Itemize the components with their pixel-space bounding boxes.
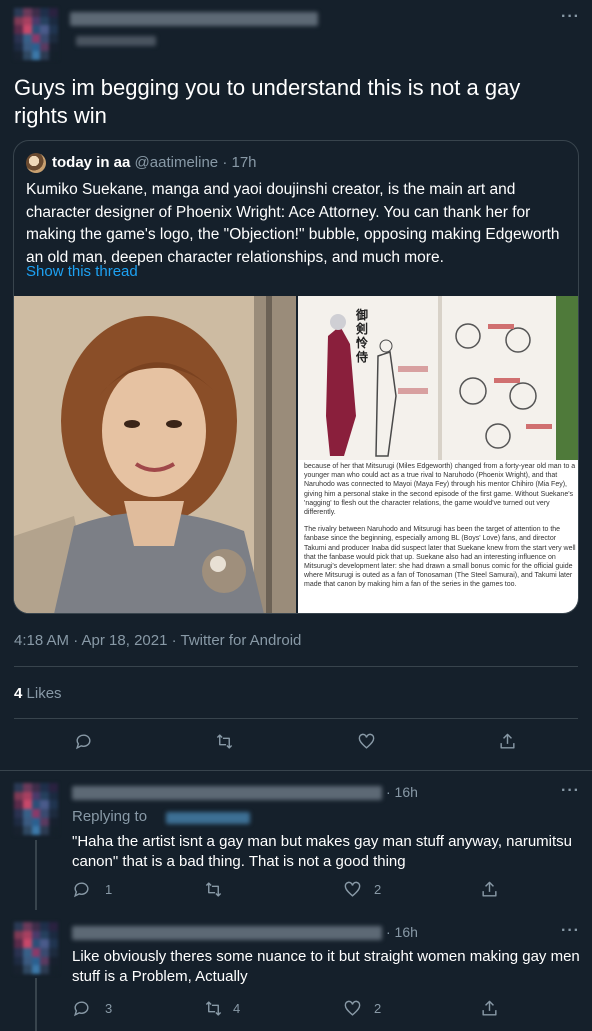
- like-button[interactable]: 2: [343, 880, 381, 899]
- tweet-timestamp[interactable]: 4:18 AM · Apr 18, 2021 · Twitter for And…: [14, 632, 301, 649]
- reply-author-name-redacted[interactable]: [72, 926, 382, 940]
- reply-button[interactable]: 3: [72, 999, 112, 1018]
- book-spread-illustration: 御剣怜侍: [298, 296, 578, 460]
- reply-count: 3: [105, 1001, 113, 1016]
- share-button[interactable]: [480, 880, 499, 899]
- likes-count: 4: [14, 685, 23, 702]
- author-name-redacted[interactable]: [70, 12, 318, 26]
- share-icon: [500, 733, 515, 749]
- book-scan-image[interactable]: 御剣怜侍 because of her that Mitsurugi (Mile…: [298, 296, 578, 613]
- heart-icon: [358, 733, 375, 749]
- quoted-author-avatar[interactable]: [26, 153, 46, 173]
- show-thread-link[interactable]: Show this thread: [26, 263, 138, 280]
- reply-icon: [76, 734, 91, 750]
- divider: [0, 770, 592, 771]
- heart-icon: [344, 1000, 361, 1016]
- retweet-count: 4: [233, 1001, 241, 1016]
- retweet-button[interactable]: 4: [204, 999, 240, 1018]
- reply-text: "Haha the artist isnt a gay man but make…: [72, 833, 573, 870]
- more-options-icon[interactable]: ···: [561, 8, 580, 26]
- reply-button[interactable]: [74, 732, 93, 751]
- like-button[interactable]: 2: [343, 999, 381, 1018]
- reply-icon: [74, 1001, 89, 1017]
- reply-author-avatar[interactable]: [14, 783, 58, 835]
- divider: [14, 666, 578, 667]
- reply-icon: [74, 882, 89, 898]
- share-icon: [482, 1000, 497, 1016]
- reply-count: 1: [105, 882, 113, 897]
- heart-icon: [344, 881, 361, 897]
- reply-author-name-redacted[interactable]: [72, 786, 382, 800]
- share-icon: [482, 881, 497, 897]
- replying-to-handle-redacted[interactable]: [166, 812, 250, 824]
- like-count: 2: [374, 882, 382, 897]
- book-vertical-title: 御剣怜侍: [356, 308, 369, 364]
- more-options-icon[interactable]: ···: [561, 782, 580, 800]
- dot-separator: ·: [222, 154, 228, 171]
- reply-text: Like obviously theres some nuance to it …: [72, 948, 580, 985]
- author-handle-redacted[interactable]: [76, 36, 156, 46]
- retweet-icon: [216, 734, 233, 749]
- reply-age[interactable]: · 16h: [386, 784, 418, 800]
- quoted-handle[interactable]: @aatimeline: [135, 154, 219, 171]
- share-button[interactable]: [498, 732, 517, 751]
- divider: [14, 718, 578, 719]
- reply-author-avatar[interactable]: [14, 922, 58, 974]
- quoted-tweet-card[interactable]: today in aa @aatimeline · 17h Kumiko Sue…: [13, 140, 579, 614]
- book-text-excerpt: because of her that Mitsurugi (Miles Edg…: [304, 462, 576, 590]
- retweet-icon: [205, 882, 222, 897]
- more-options-icon[interactable]: ···: [561, 922, 580, 940]
- replying-to-label: Replying to: [72, 808, 148, 825]
- retweet-button[interactable]: [204, 880, 233, 899]
- quoted-display-name[interactable]: today in aa: [52, 154, 130, 171]
- like-button[interactable]: [357, 732, 376, 751]
- retweet-button[interactable]: [215, 732, 234, 751]
- like-count: 2: [374, 1001, 382, 1016]
- tweet-text: Guys im begging you to understand this i…: [14, 75, 521, 128]
- portrait-illustration: [14, 296, 296, 613]
- likes-label: Likes: [26, 685, 62, 702]
- book-paragraph-2: The rivalry between Naruhodo and Mitsuru…: [304, 526, 576, 589]
- thread-connector: [35, 840, 37, 910]
- quoted-body: Kumiko Suekane, manga and yaoi doujinshi…: [26, 181, 560, 266]
- quoted-age[interactable]: 17h: [231, 154, 256, 171]
- share-button[interactable]: [480, 999, 499, 1018]
- reply-button[interactable]: 1: [72, 880, 112, 899]
- retweet-icon: [205, 1001, 222, 1016]
- author-avatar[interactable]: [14, 8, 58, 60]
- thread-connector: [35, 978, 37, 1031]
- likes-stat[interactable]: 4 Likes: [14, 685, 62, 702]
- book-paragraph-1: because of her that Mitsurugi (Miles Edg…: [304, 463, 576, 517]
- portrait-photo[interactable]: [14, 296, 296, 613]
- reply-age[interactable]: · 16h: [386, 924, 418, 940]
